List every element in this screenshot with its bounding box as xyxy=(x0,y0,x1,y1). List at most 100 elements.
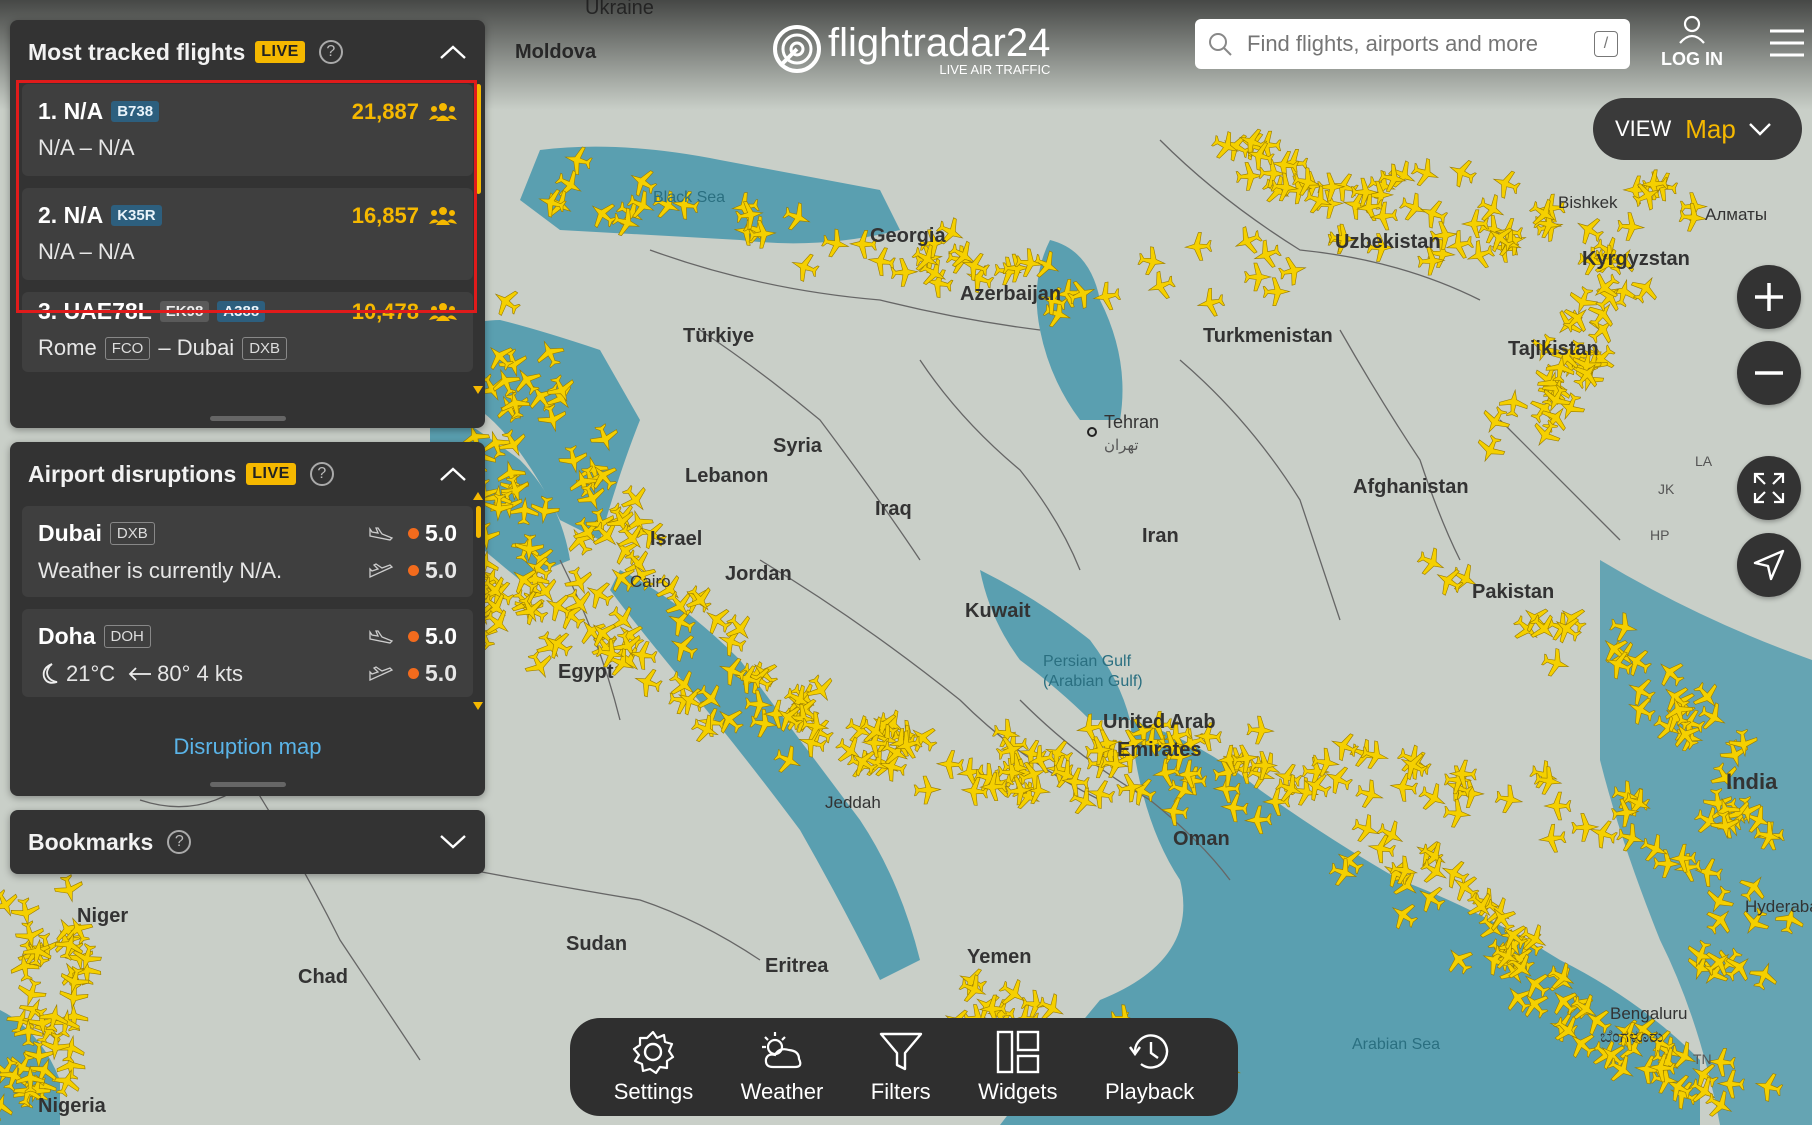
destination-city: – Dubai xyxy=(158,335,235,360)
weather-button[interactable]: Weather xyxy=(740,1029,824,1105)
help-icon[interactable]: ? xyxy=(309,462,334,486)
map-label: Iraq xyxy=(875,498,912,520)
map-label: Eritrea xyxy=(765,955,829,977)
panel-title: Bookmarks xyxy=(28,828,154,855)
toolbar-label: Widgets xyxy=(978,1079,1058,1104)
scroll-down-arrow-icon[interactable] xyxy=(473,386,483,394)
search-icon xyxy=(1209,33,1232,56)
tracker-count: 10,478 xyxy=(351,298,419,324)
arrival-plane-icon xyxy=(369,526,394,541)
airport-code: DOH xyxy=(103,625,151,648)
map-label: Jordan xyxy=(725,563,792,585)
flight-rank-callsign: 1. N/A xyxy=(38,98,104,124)
map-label: TN xyxy=(1693,1051,1712,1067)
aircraft-type-badge: B738 xyxy=(111,101,160,122)
departure-plane-icon xyxy=(369,665,394,681)
toolbar-label: Weather xyxy=(740,1079,824,1104)
aircraft-type-badge: A388 xyxy=(217,301,266,322)
help-icon[interactable]: ? xyxy=(167,830,192,854)
search-shortcut-badge: / xyxy=(1594,31,1618,57)
flight-rank-callsign: 3. UAE78L xyxy=(38,298,152,324)
logo-subtitle: LIVE AIR TRAFFIC xyxy=(939,61,1051,77)
map-label: Afghanistan xyxy=(1353,476,1469,498)
departures-index: 5.0 xyxy=(425,557,457,583)
airport-disruptions-panel: Airport disruptions LIVE ? Dubai DXB 5.0… xyxy=(10,442,485,796)
resize-handle[interactable] xyxy=(209,416,286,421)
wind: 80° 4 kts xyxy=(157,660,243,686)
airport-disruption-item[interactable]: Doha DOH 5.0 21°C 80° 4 kts 5.0 xyxy=(22,609,473,697)
map-label: Turkmenistan xyxy=(1203,325,1333,347)
zoom-out-button[interactable] xyxy=(1737,341,1801,405)
bottom-toolbar: Settings Weather Filters Widgets Playbac… xyxy=(570,1018,1238,1116)
people-icon xyxy=(429,102,457,121)
map-label: Chad xyxy=(298,966,348,988)
widgets-button[interactable]: Widgets xyxy=(978,1029,1058,1105)
zoom-in-button[interactable] xyxy=(1737,265,1801,329)
map-label: Tajikistan xyxy=(1508,338,1599,360)
menu-button[interactable] xyxy=(1768,28,1806,63)
map-label: Pakistan xyxy=(1472,581,1554,603)
map-label: Ukraine xyxy=(585,0,654,19)
map-label: Syria xyxy=(773,435,823,457)
toolbar-label: Filters xyxy=(870,1079,931,1104)
locate-button[interactable] xyxy=(1737,533,1801,597)
fullscreen-button[interactable] xyxy=(1737,456,1801,520)
destination-code: DXB xyxy=(242,336,288,360)
search-bar[interactable]: / xyxy=(1195,19,1630,69)
map-label: Jeddah xyxy=(825,793,881,812)
tracked-flight-item[interactable]: 1. N/A B738 21,887 N/A – N/A xyxy=(22,84,473,176)
radar-logo-icon xyxy=(773,25,821,73)
map-label: LA xyxy=(1695,453,1713,469)
map-label: Sudan xyxy=(566,933,627,955)
filters-button[interactable]: Filters xyxy=(871,1029,931,1105)
map-label: Niger xyxy=(77,905,128,927)
airport-disruption-item[interactable]: Dubai DXB 5.0 Weather is currently N/A. … xyxy=(22,506,473,597)
resize-handle[interactable] xyxy=(209,782,286,787)
settings-button[interactable]: Settings xyxy=(614,1029,693,1105)
map-label: ಬೆಂಗಳೂರು xyxy=(1600,1027,1664,1046)
map-label: Cairo xyxy=(630,572,671,591)
playback-icon xyxy=(1128,1034,1168,1069)
map-label: Georgia xyxy=(870,225,946,247)
disruptions-header[interactable]: Airport disruptions LIVE ? xyxy=(10,442,485,506)
chevron-up-icon[interactable] xyxy=(439,44,467,60)
login-button[interactable]: LOG IN xyxy=(1652,14,1732,70)
tracked-flight-item[interactable]: 3. UAE78L EK98 A388 10,478 Rome FCO – Du… xyxy=(22,292,473,372)
bookmarks-panel[interactable]: Bookmarks ? xyxy=(10,810,485,874)
arrivals-index: 5.0 xyxy=(425,623,457,649)
logo[interactable]: flightradar24 LIVE AIR TRAFFIC xyxy=(772,14,1050,84)
search-input[interactable] xyxy=(1245,30,1594,58)
widgets-icon xyxy=(996,1030,1039,1074)
tracker-count: 16,857 xyxy=(351,202,419,228)
flight-route: N/A – N/A xyxy=(38,239,135,264)
hamburger-menu-icon xyxy=(1770,29,1804,57)
view-value: Map xyxy=(1685,113,1736,144)
weather-text: Weather is currently N/A. xyxy=(38,557,283,583)
map-label: Black Sea xyxy=(653,189,725,206)
arrival-plane-icon xyxy=(369,629,394,644)
logo-text: flightradar24 xyxy=(828,20,1051,65)
chevron-up-icon[interactable] xyxy=(439,466,467,482)
filter-icon xyxy=(879,1032,922,1071)
chevron-down-icon[interactable] xyxy=(439,834,467,850)
flight-rank-callsign: 2. N/A xyxy=(38,202,104,228)
map-label: Nigeria xyxy=(38,1095,107,1117)
playback-button[interactable]: Playback xyxy=(1105,1029,1194,1105)
disruption-map-link[interactable]: Disruption map xyxy=(10,734,485,760)
map-label: Алматы xyxy=(1705,205,1767,224)
most-tracked-header[interactable]: Most tracked flights LIVE ? xyxy=(10,20,485,84)
view-selector[interactable]: VIEW Map xyxy=(1593,98,1802,160)
scroll-up-arrow-icon[interactable] xyxy=(473,492,483,500)
people-icon xyxy=(429,206,457,225)
map-label: Moldova xyxy=(515,41,597,63)
tracked-flight-item[interactable]: 2. N/A K35R 16,857 N/A – N/A xyxy=(22,188,473,280)
list-scrollbar[interactable] xyxy=(476,506,481,538)
list-scrollbar[interactable] xyxy=(476,84,481,194)
map-label: تهران xyxy=(1104,437,1139,454)
help-icon[interactable]: ? xyxy=(318,40,343,64)
map-label: Emirates xyxy=(1117,739,1202,761)
map-label: Tehran xyxy=(1104,412,1159,432)
map-label: Hyderabad xyxy=(1745,897,1812,916)
departures-index: 5.0 xyxy=(425,660,457,686)
scroll-down-arrow-icon[interactable] xyxy=(473,702,483,710)
